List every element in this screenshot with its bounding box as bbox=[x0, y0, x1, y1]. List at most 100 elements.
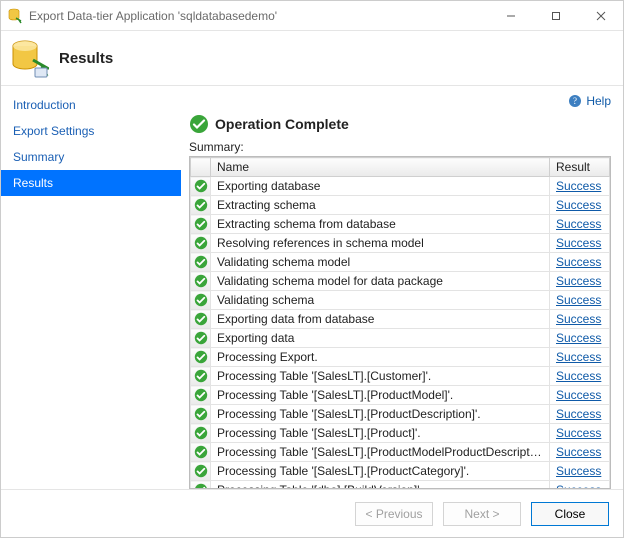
table-row[interactable]: Processing Table '[SalesLT].[Product]'. S… bbox=[191, 424, 610, 443]
row-status-icon bbox=[191, 443, 211, 462]
table-row[interactable]: Extracting schema from database Success bbox=[191, 215, 610, 234]
table-row[interactable]: Processing Table '[SalesLT].[ProductCate… bbox=[191, 462, 610, 481]
result-link[interactable]: Success bbox=[556, 274, 601, 288]
result-link[interactable]: Success bbox=[556, 350, 601, 364]
row-name: Processing Table '[SalesLT].[ProductCate… bbox=[211, 462, 550, 481]
row-status-icon bbox=[191, 253, 211, 272]
result-link[interactable]: Success bbox=[556, 179, 601, 193]
table-row[interactable]: Validating schema model Success bbox=[191, 253, 610, 272]
row-name: Validating schema model for data package bbox=[211, 272, 550, 291]
close-window-button[interactable] bbox=[578, 1, 623, 31]
table-row[interactable]: Validating schema model for data package… bbox=[191, 272, 610, 291]
minimize-button[interactable] bbox=[488, 1, 533, 31]
summary-label: Summary: bbox=[189, 140, 611, 154]
result-link[interactable]: Success bbox=[556, 407, 601, 421]
table-row[interactable]: Exporting database Success bbox=[191, 177, 610, 196]
table-row[interactable]: Processing Table '[SalesLT].[ProductMode… bbox=[191, 386, 610, 405]
table-row[interactable]: Extracting schemaSuccess bbox=[191, 196, 610, 215]
result-link[interactable]: Success bbox=[556, 312, 601, 326]
row-status-icon bbox=[191, 424, 211, 443]
column-header-name[interactable]: Name bbox=[211, 158, 550, 177]
row-status-icon bbox=[191, 386, 211, 405]
row-name: Extracting schema from database bbox=[211, 215, 550, 234]
row-name: Validating schema model bbox=[211, 253, 550, 272]
help-row: ? Help bbox=[189, 92, 611, 110]
row-status-icon bbox=[191, 196, 211, 215]
result-link[interactable]: Success bbox=[556, 331, 601, 345]
row-status-icon bbox=[191, 215, 211, 234]
titlebar: Export Data-tier Application 'sqldatabas… bbox=[1, 1, 623, 31]
row-status-icon bbox=[191, 462, 211, 481]
row-result: Success bbox=[550, 329, 610, 348]
table-row[interactable]: Processing Export. Success bbox=[191, 348, 610, 367]
row-name: Exporting data from database bbox=[211, 310, 550, 329]
result-link[interactable]: Success bbox=[556, 293, 601, 307]
table-row[interactable]: Resolving references in schema modelSucc… bbox=[191, 234, 610, 253]
row-result: Success bbox=[550, 462, 610, 481]
row-result: Success bbox=[550, 405, 610, 424]
column-header-result[interactable]: Result bbox=[550, 158, 610, 177]
results-grid[interactable]: Name Result Exporting databaseSuccessExt… bbox=[189, 156, 611, 489]
row-result: Success bbox=[550, 215, 610, 234]
close-button[interactable]: Close bbox=[531, 502, 609, 526]
help-link[interactable]: Help bbox=[586, 94, 611, 108]
result-link[interactable]: Success bbox=[556, 217, 601, 231]
help-icon: ? bbox=[568, 94, 582, 108]
sidebar-item-summary[interactable]: Summary bbox=[1, 144, 181, 170]
row-status-icon bbox=[191, 329, 211, 348]
page-title: Results bbox=[59, 50, 113, 67]
row-result: Success bbox=[550, 367, 610, 386]
maximize-button[interactable] bbox=[533, 1, 578, 31]
table-row[interactable]: Exporting data from database Success bbox=[191, 310, 610, 329]
row-status-icon bbox=[191, 310, 211, 329]
table-row[interactable]: Processing Table '[SalesLT].[Customer]'.… bbox=[191, 367, 610, 386]
result-link[interactable]: Success bbox=[556, 426, 601, 440]
result-link[interactable]: Success bbox=[556, 445, 601, 459]
footer: < Previous Next > Close bbox=[1, 489, 623, 537]
row-status-icon bbox=[191, 348, 211, 367]
main-panel: ? Help Operation Complete Summary: Name … bbox=[181, 86, 623, 489]
table-row[interactable]: Processing Table '[dbo].[BuildVersion]'.… bbox=[191, 481, 610, 490]
row-result: Success bbox=[550, 310, 610, 329]
row-result: Success bbox=[550, 348, 610, 367]
status-row: Operation Complete bbox=[189, 114, 611, 134]
row-result: Success bbox=[550, 443, 610, 462]
row-result: Success bbox=[550, 386, 610, 405]
result-link[interactable]: Success bbox=[556, 255, 601, 269]
result-link[interactable]: Success bbox=[556, 198, 601, 212]
row-result: Success bbox=[550, 234, 610, 253]
row-status-icon bbox=[191, 272, 211, 291]
result-link[interactable]: Success bbox=[556, 464, 601, 478]
row-name: Processing Table '[SalesLT].[Product]'. bbox=[211, 424, 550, 443]
row-result: Success bbox=[550, 424, 610, 443]
row-result: Success bbox=[550, 177, 610, 196]
sidebar-item-results[interactable]: Results bbox=[1, 170, 181, 196]
body: IntroductionExport SettingsSummaryResult… bbox=[1, 85, 623, 489]
status-heading: Operation Complete bbox=[215, 116, 349, 132]
row-name: Processing Export. bbox=[211, 348, 550, 367]
sidebar-item-introduction[interactable]: Introduction bbox=[1, 92, 181, 118]
result-link[interactable]: Success bbox=[556, 369, 601, 383]
table-row[interactable]: Processing Table '[SalesLT].[ProductDesc… bbox=[191, 405, 610, 424]
sidebar-item-export-settings[interactable]: Export Settings bbox=[1, 118, 181, 144]
table-row[interactable]: Validating schemaSuccess bbox=[191, 291, 610, 310]
row-name: Exporting data bbox=[211, 329, 550, 348]
table-row[interactable]: Exporting data Success bbox=[191, 329, 610, 348]
row-result: Success bbox=[550, 291, 610, 310]
header-database-icon bbox=[9, 38, 49, 78]
result-link[interactable]: Success bbox=[556, 388, 601, 402]
row-status-icon bbox=[191, 291, 211, 310]
result-link[interactable]: Success bbox=[556, 236, 601, 250]
row-result: Success bbox=[550, 253, 610, 272]
row-name: Processing Table '[SalesLT].[ProductMode… bbox=[211, 443, 550, 462]
row-status-icon bbox=[191, 367, 211, 386]
window-title: Export Data-tier Application 'sqldatabas… bbox=[29, 9, 488, 23]
previous-button: < Previous bbox=[355, 502, 433, 526]
row-name: Exporting database bbox=[211, 177, 550, 196]
grid-corner bbox=[191, 158, 211, 177]
next-button: Next > bbox=[443, 502, 521, 526]
svg-text:?: ? bbox=[573, 96, 577, 106]
table-row[interactable]: Processing Table '[SalesLT].[ProductMode… bbox=[191, 443, 610, 462]
success-icon bbox=[189, 114, 209, 134]
row-name: Processing Table '[SalesLT].[ProductMode… bbox=[211, 386, 550, 405]
